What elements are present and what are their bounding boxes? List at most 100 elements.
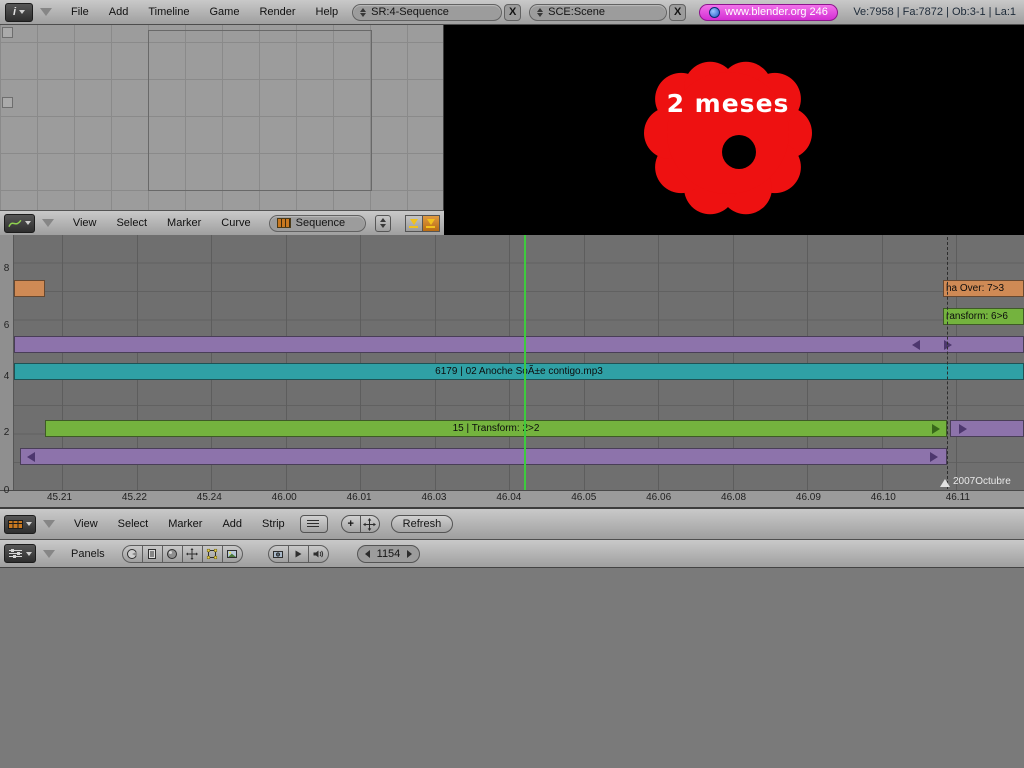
- time-tick-label: 45.22: [121, 492, 147, 503]
- window-type-button[interactable]: [4, 544, 36, 563]
- strip-image-a[interactable]: [14, 336, 1024, 353]
- strip-image-b[interactable]: [950, 420, 1024, 437]
- play-icon: [295, 550, 302, 557]
- strip-transform-2[interactable]: 15 | Transform: 2>2: [45, 420, 947, 437]
- link-label: www.blender.org 246: [725, 6, 828, 18]
- sequencer-timeline[interactable]: 8 6 4 2 0 ha Over: 7>3 ransform: 6>6 6179 | …: [0, 235, 1024, 507]
- menu-item[interactable]: Add: [99, 0, 139, 24]
- vse-menus: View Select Marker Add Strip: [64, 512, 295, 536]
- menu-item[interactable]: Curve: [211, 211, 260, 235]
- strip-handle-left-icon[interactable]: [912, 340, 920, 350]
- strip-handle-right-icon[interactable]: [959, 424, 967, 434]
- display-mode-button[interactable]: [299, 515, 328, 533]
- refresh-label: Refresh: [402, 518, 442, 530]
- header-collapse-icon[interactable]: [43, 549, 55, 558]
- scene-selector[interactable]: SCE:Scene: [529, 3, 668, 21]
- script-context-button[interactable]: [141, 544, 163, 563]
- strip-edge-guide: [947, 237, 948, 489]
- chevron-down-icon: [19, 10, 26, 14]
- info-window-icon: i: [12, 6, 17, 18]
- chevron-down-icon: [26, 551, 32, 556]
- header-collapse-icon[interactable]: [43, 520, 55, 528]
- shading-context-button[interactable]: [161, 544, 183, 563]
- flower-hole: [722, 135, 756, 169]
- strip-audio[interactable]: 6179 | 02 Anoche SoÃ±e contigo.mp3: [14, 363, 1024, 380]
- time-tick-label: 46.11: [945, 492, 970, 503]
- strip-image-c[interactable]: [20, 448, 947, 465]
- marker-icon: [940, 479, 950, 487]
- strip-label: ransform: 6>6: [946, 311, 1008, 322]
- menu-item[interactable]: Marker: [158, 512, 212, 536]
- header-collapse-icon[interactable]: [41, 219, 54, 227]
- marker-name: 2007Octubre: [953, 476, 1011, 487]
- subcontext-button-group: [267, 544, 329, 563]
- frame-number-field[interactable]: 1154: [356, 544, 421, 563]
- scene-icon: [227, 549, 238, 558]
- shading-icon: [167, 548, 178, 559]
- menu-item[interactable]: Game: [199, 0, 249, 24]
- refresh-button[interactable]: Refresh: [390, 515, 454, 533]
- menu-item[interactable]: File: [61, 0, 99, 24]
- blender-org-link[interactable]: www.blender.org 246: [699, 3, 838, 21]
- menu-item[interactable]: Select: [108, 512, 159, 536]
- time-tick-label: 45.24: [196, 492, 222, 503]
- menu-item[interactable]: Marker: [157, 211, 211, 235]
- preview-text: 2 meses: [666, 89, 790, 118]
- render-subcontext-button[interactable]: [267, 544, 289, 563]
- strip-handle-right-icon[interactable]: [932, 424, 940, 434]
- time-tick-label: 46.06: [646, 492, 672, 503]
- topbar-menus: File Add Timeline Game Render Help: [61, 0, 348, 24]
- strip-label: 15 | Transform: 2>2: [452, 423, 540, 434]
- logic-context-button[interactable]: [121, 544, 143, 563]
- decrement-icon[interactable]: [364, 549, 370, 558]
- pan-button[interactable]: [359, 515, 380, 533]
- strip-effect-left[interactable]: [14, 280, 45, 297]
- scene-context-button[interactable]: [221, 544, 243, 563]
- menu-item[interactable]: View: [63, 211, 107, 235]
- area-corner-widget[interactable]: [2, 27, 13, 38]
- frame-number-value: 1154: [376, 547, 401, 560]
- strip-handle-right-icon[interactable]: [930, 452, 938, 462]
- window-type-button[interactable]: [4, 213, 35, 233]
- chevron-down-icon: [24, 221, 31, 225]
- zoom-button[interactable]: +: [340, 515, 361, 533]
- browse-datablock-button[interactable]: [375, 214, 391, 232]
- increment-icon[interactable]: [407, 549, 413, 558]
- menu-item[interactable]: Add: [212, 512, 252, 536]
- strip-alpha-over[interactable]: ha Over: 7>3: [943, 280, 1024, 297]
- timeline-marker[interactable]: 2007Octubre: [940, 476, 1011, 487]
- ruler-labels: 45.21 45.22 45.24 46.00 46.01 46.03 46.04 46.05…: [47, 492, 970, 503]
- sequence-preview-area: 2 meses: [444, 25, 1024, 235]
- scene-close-button[interactable]: X: [669, 3, 687, 21]
- current-frame-indicator[interactable]: [524, 235, 526, 490]
- menu-item[interactable]: Timeline: [138, 0, 199, 24]
- time-ruler[interactable]: 45.21 45.22 45.24 46.00 46.01 46.03 46.04 46.05…: [0, 490, 1024, 507]
- anim-subcontext-button[interactable]: [287, 544, 309, 563]
- menu-item[interactable]: View: [64, 512, 108, 536]
- buttons-window-header: Panels 1154: [0, 540, 1024, 568]
- area-corner-widget[interactable]: [2, 97, 13, 108]
- strip-handle-left-icon[interactable]: [27, 452, 35, 462]
- time-tick-label: 46.03: [421, 492, 447, 503]
- panels-menu[interactable]: Panels: [71, 548, 105, 560]
- strip-transform-6[interactable]: ransform: 6>6: [943, 308, 1024, 325]
- ipo-type-selector[interactable]: Sequence: [268, 214, 367, 232]
- screen-selector[interactable]: SR:4-Sequence: [352, 3, 503, 21]
- screen-close-button[interactable]: X: [504, 3, 522, 21]
- sound-subcontext-button[interactable]: [307, 544, 329, 563]
- ipo-grid[interactable]: [0, 25, 443, 210]
- menu-item[interactable]: Render: [249, 0, 305, 24]
- menu-item[interactable]: Strip: [252, 512, 295, 536]
- strip-handle-right-icon[interactable]: [944, 340, 952, 350]
- snap-toggle-button[interactable]: [404, 214, 423, 232]
- time-tick-label: 46.00: [271, 492, 297, 503]
- menu-item[interactable]: Select: [106, 211, 157, 235]
- object-context-button[interactable]: [181, 544, 203, 563]
- header-collapse-icon[interactable]: [40, 8, 52, 16]
- window-type-button[interactable]: [4, 514, 36, 534]
- time-tick-label: 46.09: [795, 492, 821, 503]
- window-type-button[interactable]: i: [5, 2, 33, 22]
- snap-mode-button[interactable]: [421, 214, 440, 232]
- menu-item[interactable]: Help: [306, 0, 349, 24]
- editing-context-button[interactable]: [201, 544, 223, 563]
